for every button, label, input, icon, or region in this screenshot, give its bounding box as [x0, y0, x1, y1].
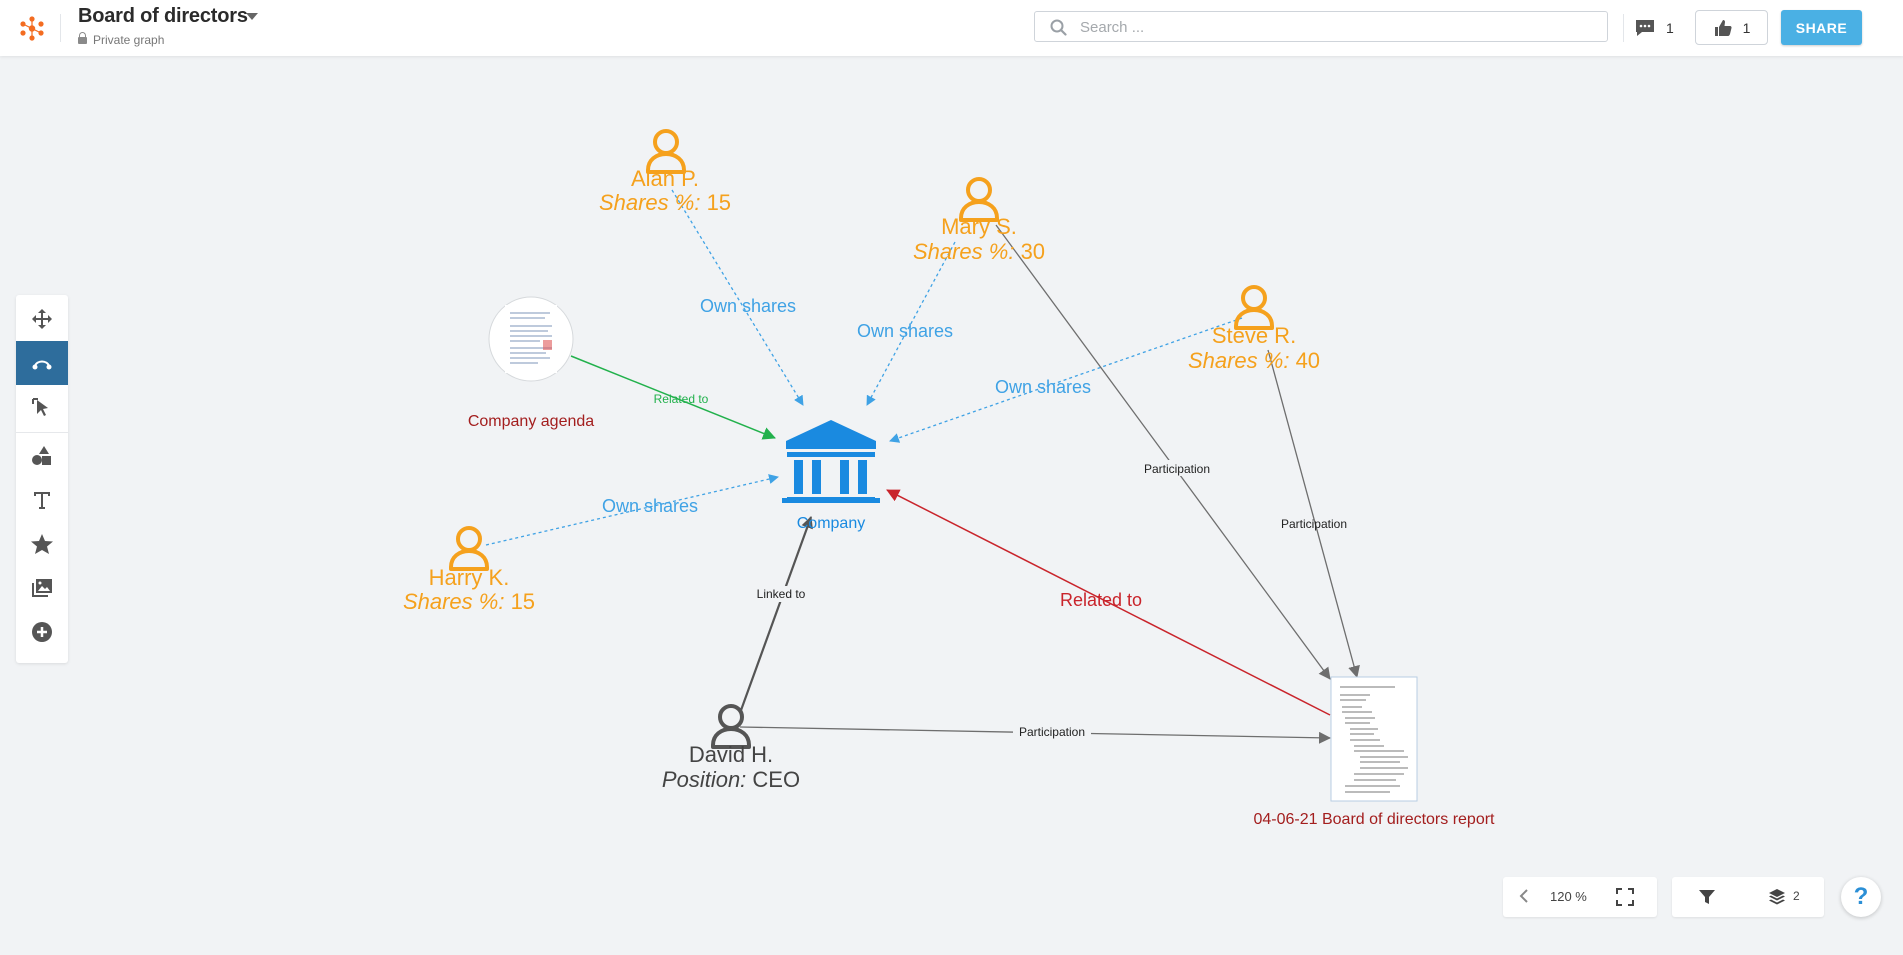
graph-canvas[interactable]: Own shares Own shares Own shares Own sha… [0, 56, 1903, 866]
node-steve-attr: Shares %: 40 [1188, 348, 1320, 373]
node-david-attr: Position: CEO [662, 767, 800, 792]
edge-label-own-shares-harry: Own shares [602, 496, 698, 516]
search-input[interactable] [1078, 18, 1582, 37]
share-button[interactable]: SHARE [1781, 10, 1862, 45]
thumbs-up-icon [1714, 19, 1732, 36]
layers-count: 2 [1793, 889, 1800, 903]
edge-label-participation-steve: Participation [1281, 517, 1347, 531]
view-controls: 2 [1672, 877, 1824, 917]
node-report[interactable]: 04-06-21 Board of directors report [1253, 676, 1495, 828]
fit-screen-icon[interactable] [1616, 888, 1634, 911]
node-report-label: 04-06-21 Board of directors report [1253, 811, 1495, 828]
node-steve-attr-label: Shares %: [1188, 348, 1290, 373]
node-alan-attr-label: Shares %: [599, 190, 701, 215]
zoom-level[interactable]: 120 % [1550, 889, 1587, 904]
comments-button[interactable]: 1 [1634, 15, 1674, 41]
edge-participation-steve[interactable] [1267, 349, 1360, 678]
edge-label-participation-david: Participation [1019, 725, 1085, 739]
node-harry-attr: Shares %: 15 [403, 589, 535, 614]
zoom-collapse-chevron-icon[interactable] [1519, 888, 1529, 909]
app-logo-icon[interactable] [19, 15, 45, 41]
layers-icon[interactable] [1768, 888, 1786, 911]
comments-count: 1 [1666, 20, 1674, 36]
node-david-name: David H. [689, 742, 773, 767]
edge-label-own-shares-alan: Own shares [700, 296, 796, 316]
node-harry[interactable]: Harry K. Shares %: 15 [403, 526, 535, 614]
search-icon [1050, 19, 1067, 36]
comment-icon [1636, 20, 1654, 36]
node-mary-attr: Shares %: 30 [913, 239, 1045, 264]
node-alan-attr-value: 15 [700, 190, 731, 215]
filter-icon[interactable] [1698, 888, 1716, 911]
node-david-attr-label: Position: [662, 767, 746, 792]
search-box[interactable] [1034, 11, 1608, 42]
node-company[interactable]: Company [782, 420, 880, 532]
edge-label-related-agenda: Related to [654, 392, 709, 406]
graph-title[interactable]: Board of directors [78, 5, 248, 28]
edge-linked-david[interactable] [738, 516, 813, 714]
node-harry-name: Harry K. [429, 565, 510, 590]
edge-label-related-report: Related to [1060, 590, 1142, 610]
bank-building-icon [782, 420, 880, 503]
help-button[interactable]: ? [1841, 877, 1881, 917]
node-company-agenda-label: Company agenda [468, 413, 594, 430]
node-david[interactable]: David H. Position: CEO [662, 704, 800, 792]
like-button[interactable]: 1 [1695, 10, 1768, 45]
node-mary-name: Mary S. [941, 214, 1017, 239]
node-alan[interactable]: Alan P. Shares %: 15 [599, 129, 731, 215]
edge-label-linked: Linked to [757, 587, 806, 601]
graph-privacy: Private graph [78, 32, 165, 47]
zoom-controls: 120 % [1503, 877, 1657, 917]
node-steve-attr-value: 40 [1289, 348, 1320, 373]
node-mary-attr-value: 30 [1014, 239, 1045, 264]
node-alan-attr: Shares %: 15 [599, 190, 731, 215]
node-harry-attr-value: 15 [504, 589, 535, 614]
top-bar: Board of directors Private graph 1 1 SHA… [0, 0, 1903, 56]
privacy-label: Private graph [93, 33, 165, 47]
node-mary-attr-label: Shares %: [913, 239, 1015, 264]
node-david-attr-value: CEO [746, 767, 800, 792]
node-harry-attr-label: Shares %: [403, 589, 505, 614]
edge-label-own-shares-steve: Own shares [995, 377, 1091, 397]
node-company-agenda[interactable]: Company agenda [468, 296, 594, 430]
header-divider-right [1623, 14, 1624, 42]
edge-label-own-shares-mary: Own shares [857, 321, 953, 341]
edge-participation-mary[interactable] [995, 224, 1331, 680]
node-mary[interactable]: Mary S. Shares %: 30 [913, 177, 1045, 264]
document-thumbnail-icon [505, 305, 557, 373]
node-alan-name: Alan P. [631, 166, 699, 191]
likes-count: 1 [1742, 19, 1751, 36]
person-icon [449, 526, 489, 571]
title-dropdown-caret-icon[interactable] [246, 13, 258, 20]
lock-icon [78, 32, 87, 44]
header-divider [60, 14, 61, 42]
edge-label-participation-mary: Participation [1144, 462, 1210, 476]
node-steve-name: Steve R. [1212, 323, 1296, 348]
person-icon [1234, 285, 1274, 330]
node-company-label: Company [797, 515, 865, 532]
